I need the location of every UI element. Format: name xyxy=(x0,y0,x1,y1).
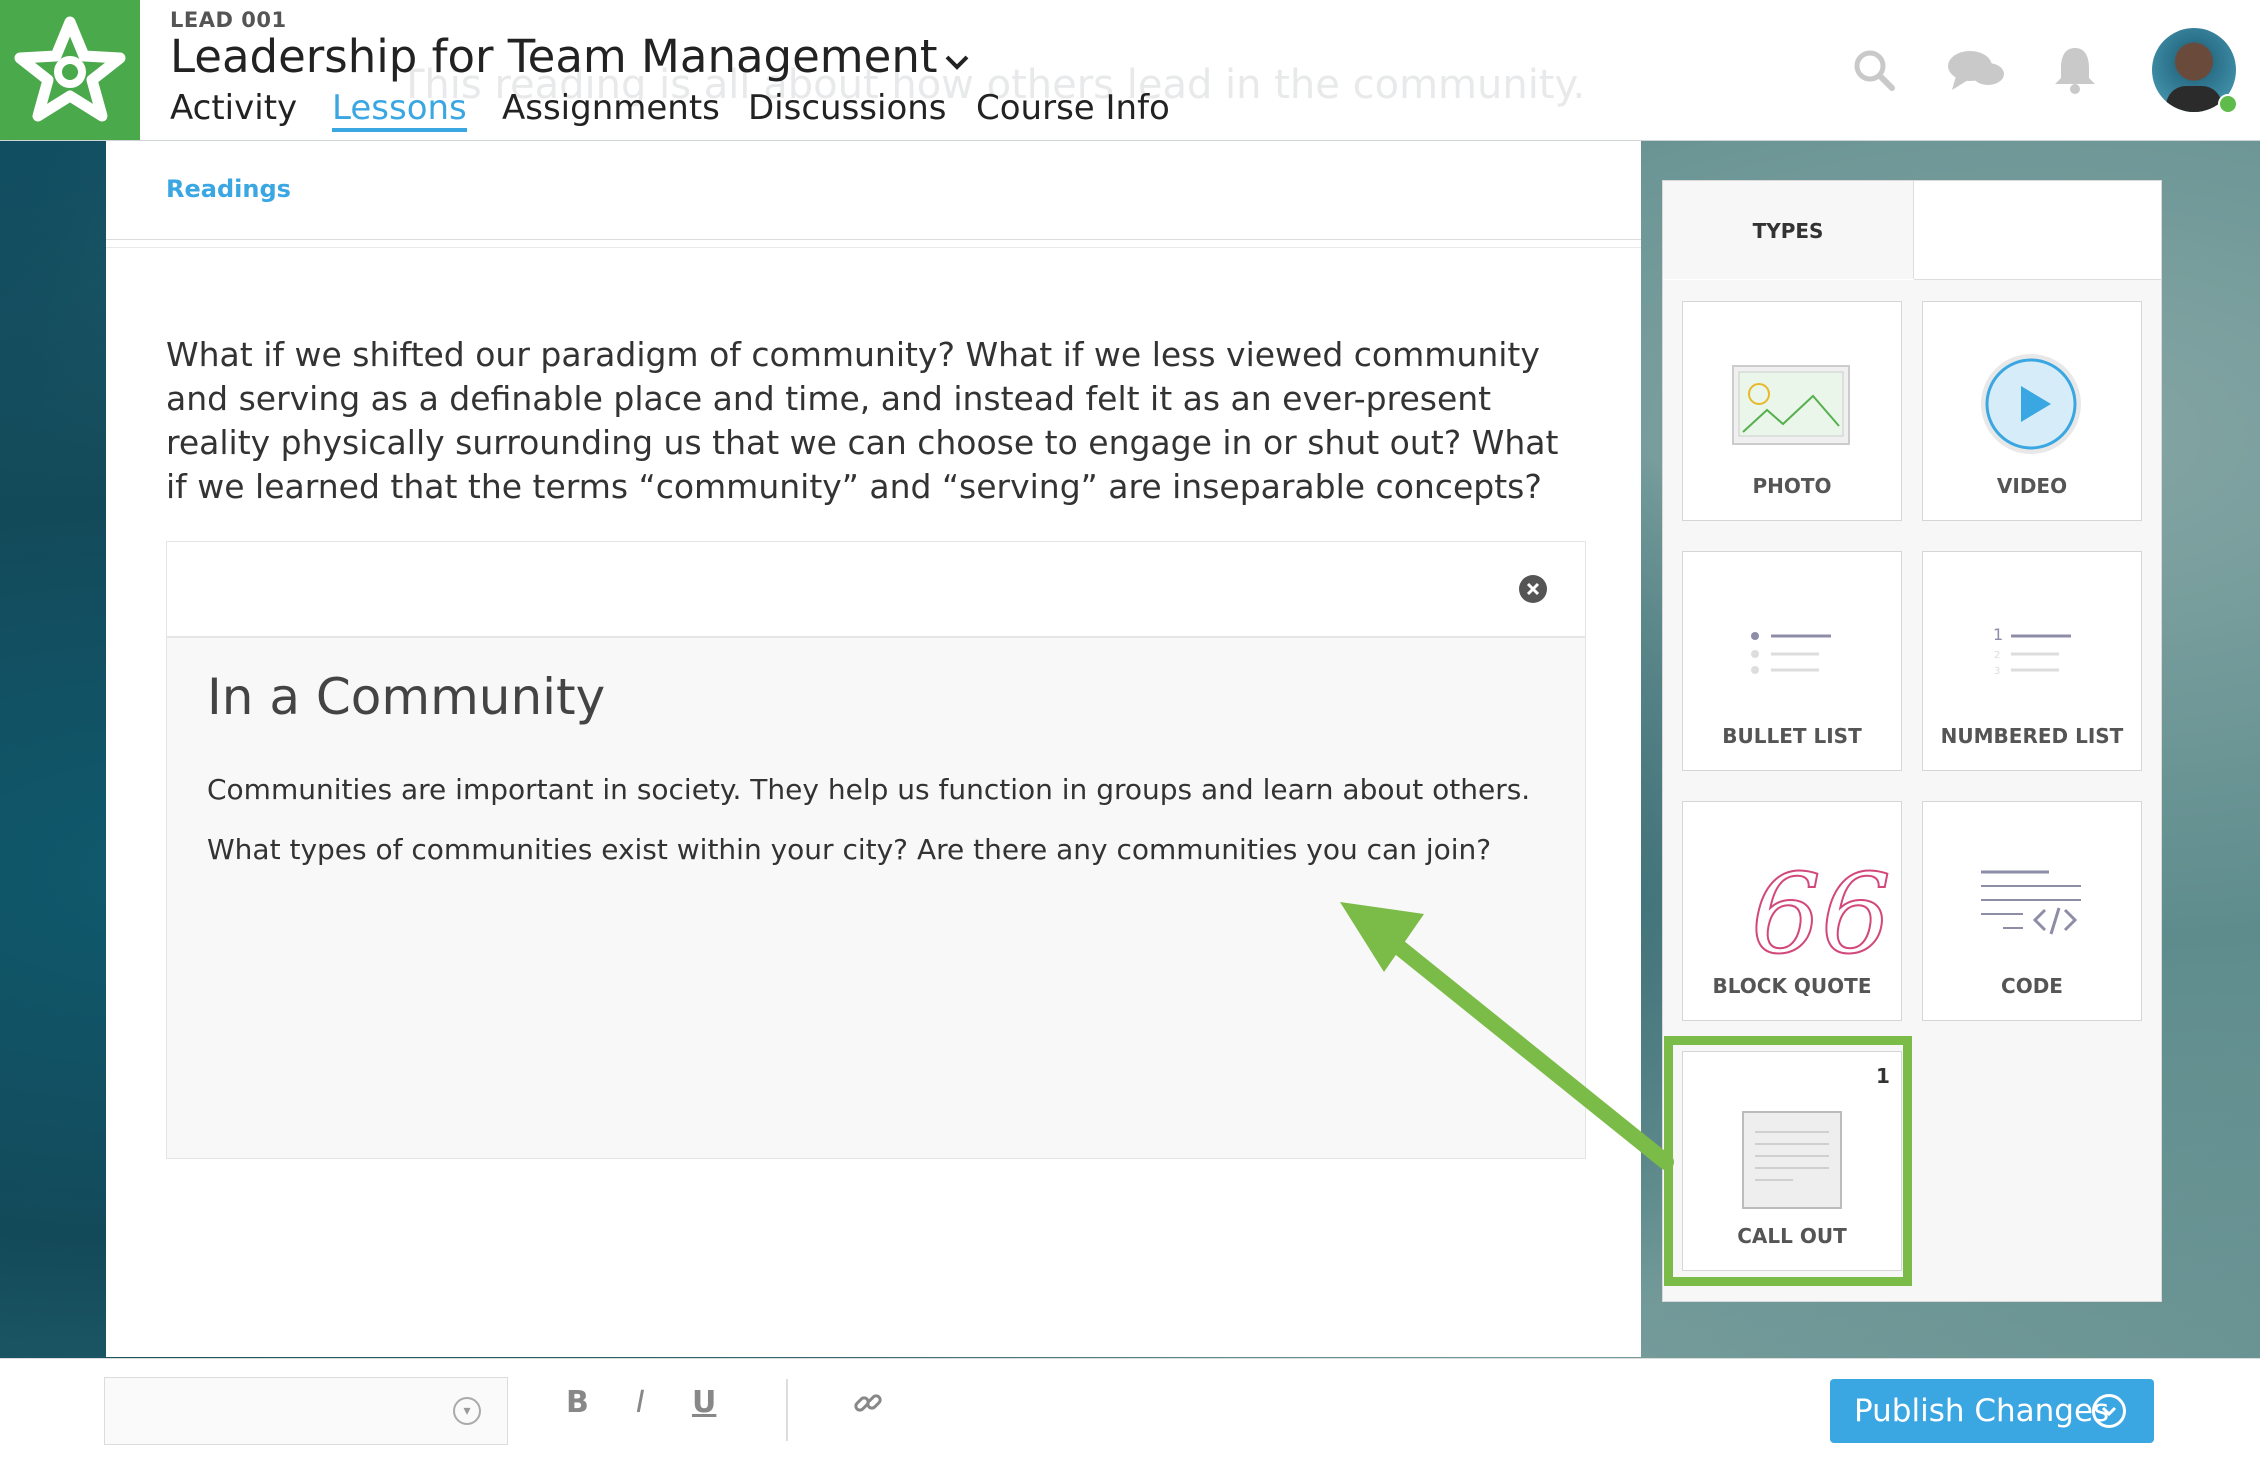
underline-button[interactable]: U xyxy=(692,1385,716,1420)
chevron-down-icon xyxy=(2092,1394,2126,1428)
publish-changes-label: Publish Changes xyxy=(1854,1393,2110,1429)
text-style-select[interactable]: ▾ xyxy=(104,1377,508,1445)
bold-button[interactable]: B xyxy=(566,1385,589,1420)
annotation-arrow xyxy=(1340,902,1674,1170)
chevron-down-icon: ▾ xyxy=(453,1397,481,1425)
publish-changes-button[interactable]: Publish Changes xyxy=(1830,1379,2154,1443)
link-icon[interactable] xyxy=(852,1387,884,1427)
formatting-toolbar: ▾ B I U Publish Changes xyxy=(0,1358,2260,1457)
toolbar-divider xyxy=(786,1379,788,1441)
italic-button[interactable]: I xyxy=(636,1385,645,1420)
